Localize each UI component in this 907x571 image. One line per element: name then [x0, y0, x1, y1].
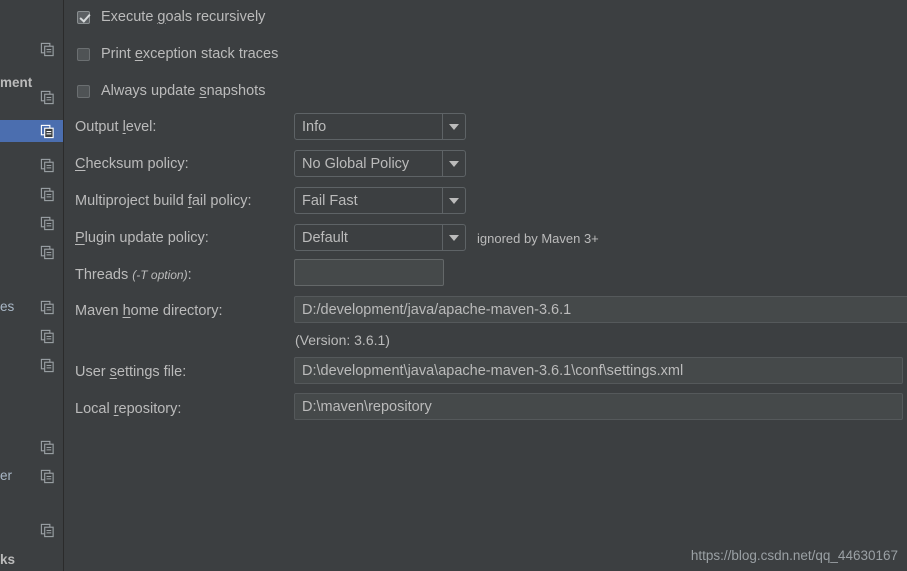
copy-icon: [40, 245, 55, 260]
checkbox-row-print-exception-stack-traces[interactable]: Print exception stack traces: [77, 46, 278, 62]
checkbox-row-always-update-snapshots[interactable]: Always update snapshots: [77, 83, 265, 99]
copy-icon: [40, 300, 55, 315]
sidebar-tree-item-0[interactable]: [0, 38, 63, 60]
label-output-level: Output level:: [75, 119, 157, 135]
copy-icon: [40, 358, 55, 373]
chevron-down-icon[interactable]: [442, 225, 465, 250]
sidebar-tree-item-label: es: [0, 299, 15, 314]
checkbox-row-execute-goals-recursively[interactable]: Execute goals recursively: [77, 9, 265, 25]
note-plugin-update-policy: ignored by Maven 3+: [477, 231, 599, 246]
sidebar-tree-item-11[interactable]: [0, 436, 63, 458]
sidebar-tree-item-10[interactable]: [0, 354, 63, 376]
sidebar-tree-item-13[interactable]: [0, 519, 63, 541]
label-maven-home-directory: Maven home directory:: [75, 303, 223, 319]
watermark-text: https://blog.csdn.net/qq_44630167: [690, 548, 898, 563]
label-local-repository: Local repository:: [75, 401, 182, 417]
sidebar-tree-item-label: ks: [0, 552, 16, 567]
copy-icon: [40, 124, 55, 139]
checkbox-execute-goals-recursively[interactable]: [77, 10, 90, 24]
sidebar-tree-item-4[interactable]: [0, 154, 63, 176]
sidebar-tree-item-5[interactable]: [0, 183, 63, 205]
sidebar-tree-item-12[interactable]: er: [0, 465, 63, 487]
label-threads: Threads (-T option):: [75, 267, 192, 283]
input-user-settings-file[interactable]: D:\development\java\apache-maven-3.6.1\c…: [294, 357, 903, 384]
checkbox-always-update-snapshots[interactable]: [77, 84, 90, 98]
combo-value-output-level: Info: [302, 118, 327, 135]
settings-tree-sidebar[interactable]: ment es er ks: [0, 0, 63, 571]
combo-value-plugin-update-policy: Default: [302, 229, 348, 246]
checkbox-print-exception-stack-traces[interactable]: [77, 47, 90, 61]
label-multiproject-fail-policy: Multiproject build fail policy:: [75, 193, 252, 209]
sidebar-tree-item-3[interactable]: [0, 120, 63, 142]
input-user-settings-file-value: D:\development\java\apache-maven-3.6.1\c…: [302, 362, 684, 379]
copy-icon: [40, 440, 55, 455]
input-maven-home-directory-value: D:/development/java/apache-maven-3.6.1: [302, 301, 572, 318]
input-local-repository[interactable]: D:\maven\repository: [294, 393, 903, 420]
copy-icon: [40, 42, 55, 57]
label-user-settings-file: User settings file:: [75, 364, 187, 380]
checkbox-label-print-exception-stack-traces: Print exception stack traces: [101, 46, 279, 62]
sidebar-tree-item-8[interactable]: es: [0, 296, 63, 318]
copy-icon: [40, 523, 55, 538]
sidebar-tree-item-6[interactable]: [0, 212, 63, 234]
copy-icon: [40, 90, 55, 105]
combo-output-level[interactable]: Info: [294, 113, 466, 140]
checkbox-label-always-update-snapshots: Always update snapshots: [101, 83, 266, 99]
checkbox-label-execute-goals-recursively: Execute goals recursively: [101, 9, 266, 25]
combo-value-multiproject-fail-policy: Fail Fast: [302, 192, 358, 209]
chevron-down-icon[interactable]: [442, 114, 465, 139]
combo-value-checksum-policy: No Global Policy: [302, 155, 410, 172]
combo-plugin-update-policy[interactable]: Default: [294, 224, 466, 251]
copy-icon: [40, 216, 55, 231]
combo-multiproject-fail-policy[interactable]: Fail Fast: [294, 187, 466, 214]
chevron-down-icon[interactable]: [442, 188, 465, 213]
sidebar-tree-item-2[interactable]: [0, 86, 63, 108]
input-maven-home-directory[interactable]: D:/development/java/apache-maven-3.6.1: [294, 296, 907, 323]
chevron-down-icon[interactable]: [442, 151, 465, 176]
input-threads[interactable]: [294, 259, 444, 286]
label-plugin-update-policy: Plugin update policy:: [75, 230, 209, 246]
copy-icon: [40, 158, 55, 173]
maven-settings-panel: Execute goals recursively Print exceptio…: [64, 0, 907, 571]
sidebar-tree-item-label: er: [0, 468, 13, 483]
label-checksum-policy: Checksum policy:: [75, 156, 189, 172]
copy-icon: [40, 329, 55, 344]
settings-window: ment es er ks Execute goals recursively Pri…: [0, 0, 907, 571]
combo-checksum-policy[interactable]: No Global Policy: [294, 150, 466, 177]
sidebar-tree-item-14[interactable]: ks: [0, 549, 63, 571]
copy-icon: [40, 469, 55, 484]
input-local-repository-value: D:\maven\repository: [302, 398, 432, 415]
maven-version-note: (Version: 3.6.1): [295, 332, 390, 348]
sidebar-tree-item-9[interactable]: [0, 325, 63, 347]
copy-icon: [40, 187, 55, 202]
sidebar-tree-item-7[interactable]: [0, 241, 63, 263]
